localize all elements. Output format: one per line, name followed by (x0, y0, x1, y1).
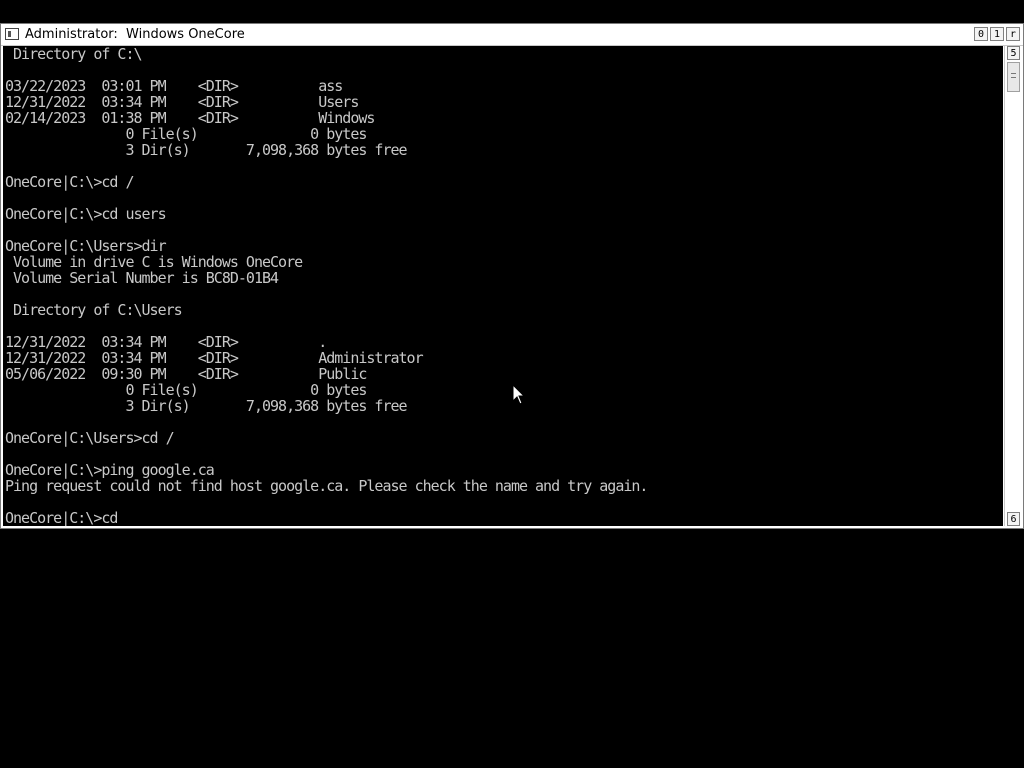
scroll-up-button[interactable]: 5 (1007, 46, 1020, 60)
console-line: 3 Dir(s) 7,098,368 bytes free (5, 397, 407, 415)
console-line: OneCore|C:\>cd / (5, 173, 134, 191)
console-line: Directory of C:\Users (5, 301, 183, 319)
console-app-icon[interactable] (5, 28, 19, 40)
command-prompt-line[interactable]: OneCore|C:\>cd (5, 510, 118, 526)
scroll-thumb[interactable] (1007, 62, 1020, 92)
window-title: Administrator: Windows OneCore (25, 27, 245, 42)
console-line: Volume Serial Number is BC8D-01B4 (5, 269, 279, 287)
vertical-scrollbar[interactable]: 5 6 (1004, 46, 1022, 526)
console-line: 12/31/2022 03:34 PM <DIR> Users (5, 93, 359, 111)
title-bar[interactable]: Administrator: Windows OneCore 0 1 r (1, 24, 1023, 46)
console-line: Ping request could not find host google.… (5, 477, 648, 495)
console-line: 03/22/2023 03:01 PM <DIR> ass (5, 77, 343, 95)
console-line: 3 Dir(s) 7,098,368 bytes free (5, 141, 407, 159)
console-line: OneCore|C:\>cd users (5, 205, 167, 223)
console-line: Volume in drive C is Windows OneCore (5, 253, 303, 271)
console-line: Directory of C:\ (5, 46, 143, 63)
window-controls: 0 1 r (974, 27, 1020, 41)
console-line: 02/14/2023 01:38 PM <DIR> Windows (5, 109, 375, 127)
scroll-down-button[interactable]: 6 (1007, 512, 1020, 526)
console-line: OneCore|C:\Users>cd / (5, 429, 175, 447)
maximize-button[interactable]: 1 (990, 27, 1004, 41)
console-window[interactable]: Administrator: Windows OneCore 0 1 r Dir… (0, 23, 1024, 529)
console-line: 0 File(s) 0 bytes (5, 125, 367, 143)
minimize-button[interactable]: 0 (974, 27, 988, 41)
close-button[interactable]: r (1006, 27, 1020, 41)
console-line: OneCore|C:\>ping google.ca (5, 461, 215, 479)
mouse-pointer-icon (512, 384, 526, 405)
console-line: 05/06/2022 09:30 PM <DIR> Public (5, 365, 367, 383)
console-line: 12/31/2022 03:34 PM <DIR> Administrator (5, 349, 424, 367)
console-line: 12/31/2022 03:34 PM <DIR> . (5, 333, 327, 351)
console-line: 0 File(s) 0 bytes (5, 381, 367, 399)
console-output[interactable]: Directory of C:\ 03/22/2023 03:01 PM <DI… (3, 46, 1003, 526)
console-line: OneCore|C:\Users>dir (5, 237, 167, 255)
